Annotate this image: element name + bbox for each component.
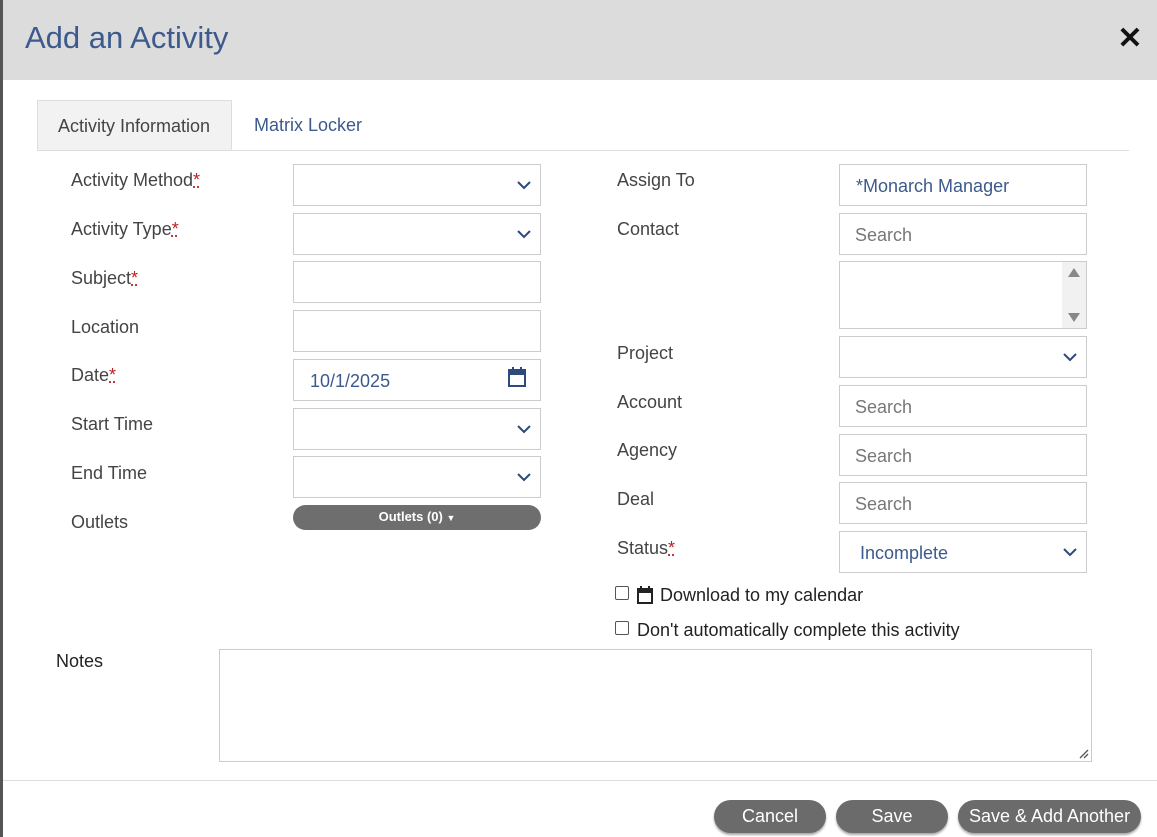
activity-type-select[interactable] [293, 213, 541, 255]
dialog-header: Add an Activity ✕ [3, 0, 1157, 80]
footer-divider [3, 780, 1157, 781]
assign-to-label: Assign To [617, 170, 695, 190]
calendar-icon[interactable] [508, 366, 526, 388]
date-input[interactable]: 10/1/2025 [293, 359, 541, 401]
save-and-add-another-button[interactable]: Save & Add Another [958, 800, 1141, 833]
outlets-label: Outlets [71, 512, 129, 532]
outlets-button-label: Outlets (0) [378, 509, 443, 524]
start-time-label: Start Time [71, 414, 154, 434]
status-label: Status* [617, 538, 676, 558]
chevron-down-icon [1063, 548, 1077, 557]
chevron-down-icon [517, 181, 531, 190]
dialog-title: Add an Activity [25, 20, 229, 55]
contact-label: Contact [617, 219, 680, 239]
contact-list-box[interactable] [839, 261, 1087, 329]
contact-search-input[interactable]: Search [839, 213, 1087, 255]
subject-input[interactable] [293, 261, 541, 303]
project-select[interactable] [839, 336, 1087, 378]
calendar-icon [637, 586, 653, 604]
activity-method-select[interactable] [293, 164, 541, 206]
status-select[interactable]: Incomplete [839, 531, 1087, 573]
agency-search-input[interactable]: Search [839, 434, 1087, 476]
tab-bar: Activity Information Matrix Locker [37, 100, 1129, 151]
deal-search-input[interactable]: Search [839, 482, 1087, 524]
project-label: Project [617, 343, 674, 363]
close-icon[interactable]: ✕ [1116, 22, 1144, 56]
deal-label: Deal [617, 489, 655, 509]
tab-matrix-locker[interactable]: Matrix Locker [234, 100, 382, 150]
assign-to-input[interactable]: *Monarch Manager [839, 164, 1087, 206]
agency-label: Agency [617, 440, 678, 460]
end-time-label: End Time [71, 463, 148, 483]
start-time-select[interactable] [293, 408, 541, 450]
tab-activity-information[interactable]: Activity Information [37, 100, 232, 150]
scroll-up-icon[interactable] [1067, 266, 1081, 278]
account-search-input[interactable]: Search [839, 385, 1087, 427]
end-time-select[interactable] [293, 456, 541, 498]
activity-method-label: Activity Method* [71, 170, 201, 190]
add-activity-dialog: Add an Activity ✕ Activity Information M… [0, 0, 1157, 837]
chevron-down-icon [517, 425, 531, 434]
activity-type-label: Activity Type* [71, 219, 179, 239]
download-calendar-checkbox[interactable] [615, 586, 629, 600]
location-label: Location [71, 317, 140, 337]
account-label: Account [617, 392, 683, 412]
dont-complete-label: Don't automatically complete this activi… [637, 620, 960, 640]
resize-handle-icon[interactable] [1077, 747, 1089, 759]
scrollbar[interactable] [1062, 262, 1086, 328]
chevron-down-icon [517, 473, 531, 482]
outlets-dropdown-button[interactable]: Outlets (0) ▼ [293, 505, 541, 530]
chevron-down-icon [1063, 353, 1077, 362]
date-label: Date* [71, 365, 117, 385]
location-input[interactable] [293, 310, 541, 352]
cancel-button[interactable]: Cancel [714, 800, 826, 833]
scroll-down-icon[interactable] [1067, 312, 1081, 324]
caret-down-icon: ▼ [446, 513, 456, 523]
notes-label: Notes [56, 651, 104, 671]
chevron-down-icon [517, 230, 531, 239]
subject-label: Subject* [71, 268, 139, 288]
notes-textarea[interactable] [219, 649, 1092, 762]
download-calendar-label: Download to my calendar [660, 585, 864, 605]
dont-complete-checkbox[interactable] [615, 621, 629, 635]
save-button[interactable]: Save [836, 800, 948, 833]
